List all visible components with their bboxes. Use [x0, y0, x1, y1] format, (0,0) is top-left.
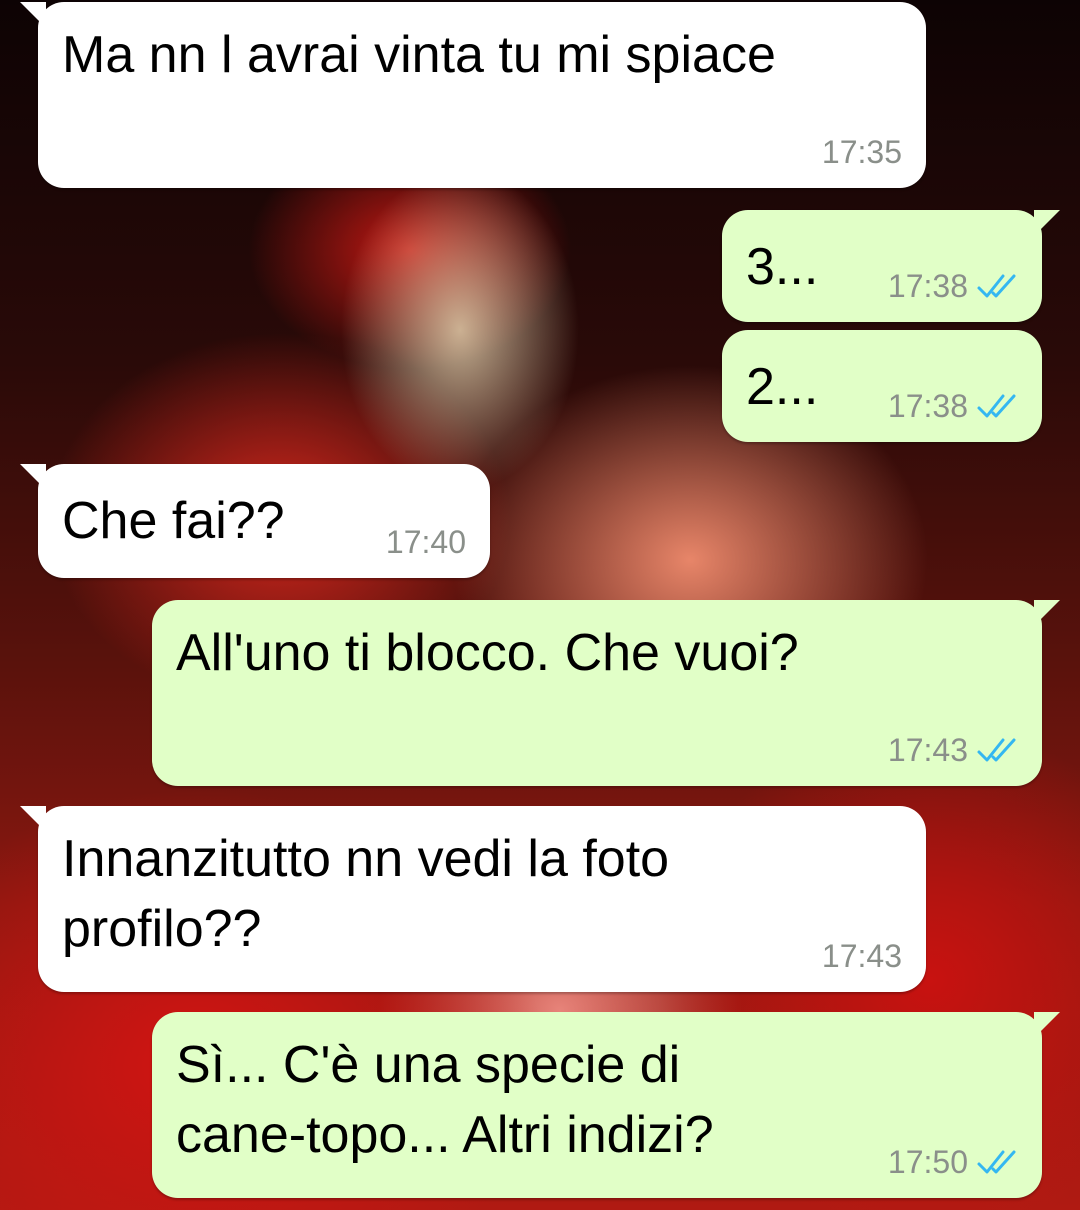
message-text: 3...	[746, 238, 819, 296]
chat-view: Ma nn l avrai vinta tu mi spiace 17:35 3…	[0, 0, 1080, 1210]
read-double-check-icon	[977, 1150, 1016, 1174]
message-text: Sì... C'è una specie di cane-topo... Alt…	[176, 1036, 714, 1164]
incoming-message-bubble[interactable]: Innanzitutto nn vedi la foto profilo?? 1…	[20, 806, 926, 992]
read-double-check-icon	[977, 394, 1016, 418]
outgoing-message-bubble[interactable]: 2... 17:38	[722, 330, 1042, 442]
message-text: All'uno ti blocco. Che vuoi?	[176, 624, 799, 682]
incoming-message-bubble[interactable]: Che fai?? 17:40	[20, 464, 490, 578]
message-time: 17:35	[821, 134, 902, 170]
read-double-check-icon	[977, 274, 1016, 298]
incoming-message-bubble[interactable]: Ma nn l avrai vinta tu mi spiace 17:35	[20, 2, 926, 188]
message-text: 2...	[746, 358, 819, 416]
message-time: 17:43	[887, 732, 968, 768]
message-time: 17:50	[887, 1144, 968, 1180]
message-text: Innanzitutto nn vedi la foto profilo??	[62, 830, 670, 958]
message-text: Che fai??	[62, 492, 285, 550]
message-text: Ma nn l avrai vinta tu mi spiace	[62, 26, 776, 84]
outgoing-message-bubble[interactable]: All'uno ti blocco. Che vuoi? 17:43	[152, 600, 1060, 786]
outgoing-message-bubble[interactable]: Sì... C'è una specie di cane-topo... Alt…	[152, 1012, 1060, 1198]
message-time: 17:38	[887, 268, 968, 304]
read-double-check-icon	[977, 738, 1016, 762]
message-time: 17:40	[385, 524, 466, 560]
message-time: 17:43	[821, 938, 902, 974]
outgoing-message-bubble[interactable]: 3... 17:38	[722, 210, 1060, 322]
message-time: 17:38	[887, 388, 968, 424]
